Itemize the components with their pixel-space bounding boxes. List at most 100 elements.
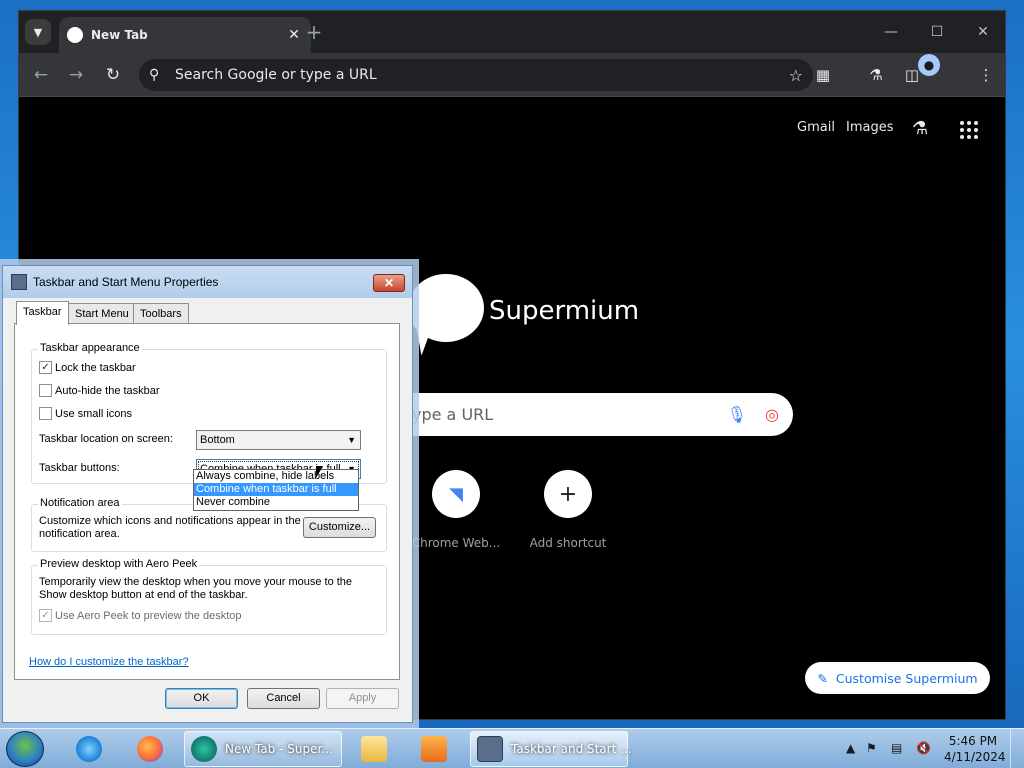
new-tab-button[interactable]: + <box>301 19 327 45</box>
action-center-flag-icon[interactable]: ⚑ <box>866 741 877 755</box>
dropdown-option-always-combine[interactable]: Always combine, hide labels <box>194 470 358 483</box>
ok-button[interactable]: OK <box>165 688 238 709</box>
reload-button[interactable]: ↻ <box>101 63 125 87</box>
omnibox-placeholder: Search Google or type a URL <box>175 67 377 83</box>
customize-button[interactable]: Customize... <box>303 517 376 538</box>
location-label: Taskbar location on screen: <box>39 433 173 445</box>
tab-search-button[interactable]: ▼ <box>25 19 51 45</box>
taskbar-supermium[interactable]: New Tab - Super... <box>184 731 342 767</box>
forward-button[interactable]: → <box>64 63 88 87</box>
windows-taskbar: New Tab - Super... Taskbar and Start ...… <box>0 728 1024 768</box>
supermium-icon <box>191 736 217 762</box>
show-hidden-icons-icon[interactable]: ▲ <box>846 741 855 755</box>
images-link[interactable]: Images <box>846 120 894 135</box>
ntp-search-placeholder: ype a URL <box>412 405 494 424</box>
group-label: Preview desktop with Aero Peek <box>38 558 200 570</box>
microphone-icon[interactable]: 🎙 <box>727 405 747 424</box>
dialog-title: Taskbar and Start Menu Properties <box>33 275 219 289</box>
gmail-link[interactable]: Gmail <box>797 120 835 135</box>
minimize-button[interactable]: — <box>871 19 911 45</box>
media-player-icon <box>421 736 447 762</box>
ntp-search-box[interactable]: ype a URL 🎙 ◎ <box>412 393 793 436</box>
taskbar-app-label: New Tab - Super... <box>225 742 333 756</box>
google-apps-icon[interactable] <box>960 121 978 139</box>
group-label: Taskbar appearance <box>38 342 142 354</box>
extensions-icon[interactable]: ▦ <box>811 63 835 87</box>
volume-muted-icon[interactable]: 🔇 <box>916 741 931 755</box>
cancel-button[interactable]: Cancel <box>247 688 320 709</box>
aero-peek-row: ✓ Use Aero Peek to preview the desktop <box>39 609 242 622</box>
dialog-close-button[interactable]: ✕ <box>373 274 405 292</box>
aero-peek-label: Use Aero Peek to preview the desktop <box>55 609 242 622</box>
taskbar-properties-icon <box>477 736 503 762</box>
chrome-web-store-icon: ◥ <box>432 470 480 518</box>
dialog-titlebar[interactable]: Taskbar and Start Menu Properties <box>3 266 412 298</box>
maximize-button[interactable]: ☐ <box>917 19 957 45</box>
shortcut-label: Chrome Web... <box>411 536 501 550</box>
location-value: Bottom <box>200 434 235 446</box>
aero-peek-description: Temporarily view the desktop when you mo… <box>39 576 353 601</box>
autohide-checkbox[interactable] <box>39 384 52 397</box>
folder-icon <box>361 736 387 762</box>
taskbar-taskbar-properties[interactable]: Taskbar and Start ... <box>470 731 632 767</box>
bookmark-star-icon[interactable]: ☆ <box>789 66 803 85</box>
shortcut-chrome-web-store[interactable]: ◥ Chrome Web... <box>406 470 506 550</box>
taskbar-media-player[interactable] <box>411 731 457 767</box>
autohide-row[interactable]: Auto-hide the taskbar <box>39 384 160 397</box>
omnibox[interactable]: ⚲ Search Google or type a URL ☆ <box>139 59 813 91</box>
help-link[interactable]: How do I customize the taskbar? <box>29 656 189 668</box>
supermium-logo-text: Supermium <box>489 296 640 326</box>
shortcut-label: Add shortcut <box>529 536 607 550</box>
start-button-icon[interactable] <box>6 731 44 767</box>
aero-peek-checkbox: ✓ <box>39 609 52 622</box>
notification-description: Customize which icons and notifications … <box>39 515 301 540</box>
system-clock[interactable]: 5:46 PM 4/11/2024 <box>944 733 1006 765</box>
taskbar-properties-icon <box>11 274 27 290</box>
browser-toolbar: ← → ↻ ⚲ Search Google or type a URL ☆ ▦ … <box>19 53 1005 97</box>
buttons-label: Taskbar buttons: <box>39 462 120 474</box>
chevron-down-icon: ▼ <box>33 25 43 39</box>
internet-explorer-icon <box>76 736 102 762</box>
tab-new-tab[interactable]: New Tab ✕ <box>59 17 311 53</box>
small-icons-label: Use small icons <box>55 407 133 420</box>
supermium-favicon-icon <box>67 27 83 43</box>
tab-start-menu[interactable]: Start Menu <box>68 303 136 324</box>
tab-strip: ▼ New Tab ✕ + — ☐ ✕ <box>19 11 1005 53</box>
location-select[interactable]: Bottom ▼ <box>196 430 361 450</box>
dropdown-option-combine-when-full[interactable]: Combine when taskbar is full <box>194 483 358 496</box>
menu-kebab-icon[interactable]: ⋮ <box>974 63 998 87</box>
lock-taskbar-row[interactable]: ✓ Lock the taskbar <box>39 361 136 374</box>
lens-camera-icon[interactable]: ◎ <box>765 405 779 424</box>
tab-taskbar[interactable]: Taskbar <box>16 301 69 325</box>
dropdown-option-never-combine[interactable]: Never combine <box>194 496 358 509</box>
profile-avatar-icon[interactable]: ● <box>918 54 940 76</box>
show-desktop-button[interactable] <box>1010 729 1024 768</box>
taskbar-explorer[interactable] <box>351 731 397 767</box>
chevron-down-icon: ▼ <box>347 435 356 445</box>
taskbar-firefox[interactable] <box>127 731 173 767</box>
autohide-label: Auto-hide the taskbar <box>55 384 160 397</box>
mouse-cursor-icon <box>316 466 323 478</box>
back-button[interactable]: ← <box>29 63 53 87</box>
customise-button[interactable]: ✎ Customise Supermium <box>805 662 990 694</box>
taskbar-ie[interactable] <box>66 731 112 767</box>
clock-time: 5:46 PM <box>948 734 998 748</box>
apply-button: Apply <box>326 688 399 709</box>
network-icon[interactable]: ▤ <box>891 741 902 755</box>
clock-date: 4/11/2024 <box>944 750 1006 764</box>
small-icons-row[interactable]: Use small icons <box>39 407 132 420</box>
firefox-icon <box>137 736 163 762</box>
lock-taskbar-checkbox[interactable]: ✓ <box>39 361 52 374</box>
shortcut-add[interactable]: + Add shortcut <box>518 470 618 550</box>
pencil-icon: ✎ <box>817 670 828 686</box>
labs-flask-icon[interactable]: ⚗ <box>912 118 928 139</box>
small-icons-checkbox[interactable] <box>39 407 52 420</box>
customise-label: Customise Supermium <box>835 670 978 686</box>
plus-icon: + <box>544 470 592 518</box>
tab-title: New Tab <box>91 28 148 42</box>
labs-flask-icon[interactable]: ⚗ <box>864 63 888 87</box>
group-label: Notification area <box>38 497 122 509</box>
close-window-button[interactable]: ✕ <box>963 19 1003 45</box>
buttons-dropdown-list: Always combine, hide labels Combine when… <box>193 469 359 511</box>
tab-toolbars[interactable]: Toolbars <box>133 303 189 324</box>
